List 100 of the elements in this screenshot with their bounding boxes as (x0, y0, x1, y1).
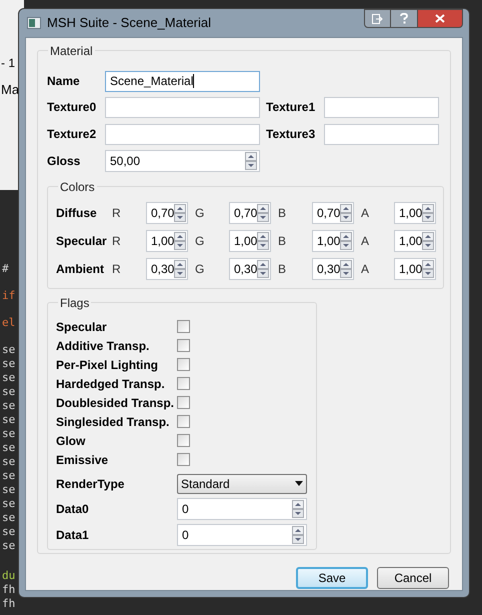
help-button[interactable] (391, 9, 418, 28)
channel-label: A (361, 205, 370, 222)
checkbox[interactable] (177, 377, 190, 390)
spin-field[interactable]: 0,30 (229, 258, 271, 280)
checkbox[interactable] (177, 434, 190, 447)
code-line: se (1, 525, 16, 539)
code-line: se (1, 399, 16, 413)
spin-arrows-icon[interactable] (257, 260, 270, 278)
code-line: se (1, 427, 16, 441)
flag-label: Glow (56, 432, 86, 450)
checkbox[interactable] (177, 339, 190, 352)
spin-field[interactable]: 0,30 (312, 258, 354, 280)
channel-label: A (361, 261, 370, 278)
code-line: fh (1, 583, 16, 597)
close-button[interactable] (418, 9, 463, 28)
dialog-button[interactable]: Cancel (377, 567, 449, 589)
spin-field[interactable]: 50,00 (105, 150, 260, 172)
caret-icon (295, 481, 303, 486)
spin-field[interactable]: 0 (177, 524, 307, 546)
code-line: # (1, 262, 10, 276)
name-field[interactable]: Scene_Material (105, 70, 260, 92)
spin-arrows-icon[interactable] (257, 204, 270, 222)
channel-label: G (195, 261, 206, 278)
checkbox[interactable] (177, 320, 190, 333)
spin-arrows-icon[interactable] (257, 232, 270, 250)
channel-label: B (278, 205, 288, 222)
code-line: se (1, 455, 16, 469)
code-line: if (1, 289, 16, 303)
flag-label: Hardedged Transp. (56, 376, 166, 392)
spin-arrows-icon[interactable] (245, 152, 257, 170)
spin-field[interactable]: 0,70 (312, 202, 354, 224)
spin-field[interactable]: 1,00 (394, 202, 436, 224)
texture-field[interactable] (105, 124, 260, 144)
spin-arrows-icon[interactable] (422, 232, 434, 250)
spin-arrows-icon[interactable] (174, 260, 186, 278)
flag-label: Doublesided Transp. (56, 394, 176, 412)
help-icon (400, 13, 408, 24)
code-line: se (1, 539, 16, 553)
flag-label: Emissive (56, 452, 110, 468)
texture-field[interactable] (324, 124, 439, 144)
code-line: fh (1, 597, 16, 611)
checkbox[interactable] (177, 358, 190, 371)
texture-field[interactable] (324, 96, 439, 118)
spin-field[interactable]: 1,00 (394, 258, 436, 280)
flag-label: Per-Pixel Lighting (56, 356, 160, 374)
code-line: se (1, 385, 16, 399)
tab-label: Ma (1, 81, 20, 99)
texture-field[interactable] (105, 96, 260, 118)
checkbox[interactable] (177, 415, 190, 428)
code-line: se (1, 441, 16, 455)
window-title: MSH Suite - Scene_Material (47, 14, 212, 32)
channel-label: R (112, 205, 122, 222)
spin-arrows-icon[interactable] (174, 204, 186, 222)
render-type-dropdown[interactable]: Standard (177, 474, 307, 494)
spin-arrows-icon[interactable] (422, 204, 434, 222)
flag-label: Additive Transp. (56, 338, 150, 354)
code-line: se (1, 483, 16, 497)
spin-arrows-icon[interactable] (340, 260, 352, 278)
checkbox[interactable] (177, 396, 190, 409)
spin-field[interactable]: 0,30 (146, 258, 188, 280)
color-label: Ambient (56, 261, 105, 278)
tab-text: - 1 (1, 55, 16, 72)
field-label: Texture2 (47, 126, 98, 143)
spin-arrows-icon[interactable] (292, 526, 304, 544)
field-label: Name (47, 73, 81, 90)
spin-arrows-icon[interactable] (340, 232, 352, 250)
spin-field[interactable]: 1,00 (394, 230, 436, 252)
channel-label: R (112, 233, 122, 250)
spin-field[interactable]: 0,70 (229, 202, 271, 224)
color-label: Specular (56, 233, 108, 250)
restore-button[interactable] (364, 9, 391, 28)
spin-arrows-icon[interactable] (340, 204, 352, 222)
spin-field[interactable]: 1,00 (229, 230, 271, 252)
dialog-button[interactable]: Save (296, 567, 368, 589)
field-label: Data0 (56, 501, 90, 518)
field-label: Data1 (56, 527, 90, 544)
checkbox[interactable] (177, 453, 190, 466)
spin-field[interactable]: 0,70 (146, 202, 188, 224)
spin-arrows-icon[interactable] (174, 232, 186, 250)
flag-label: Singlesided Transp. (56, 414, 170, 430)
code-line: se (1, 413, 16, 427)
channel-label: R (112, 261, 122, 278)
field-label: Gloss (47, 153, 82, 170)
restore-icon (372, 14, 383, 24)
code-line: se (1, 511, 16, 525)
spin-field[interactable]: 1,00 (146, 230, 188, 252)
channel-label: G (195, 205, 206, 222)
code-line: se (1, 497, 16, 511)
code-line: se (1, 343, 16, 357)
spin-arrows-icon[interactable] (292, 500, 304, 518)
code-line: el (1, 316, 16, 330)
field-label: RenderType (56, 476, 126, 492)
spin-arrows-icon[interactable] (422, 260, 434, 278)
channel-label: A (361, 233, 370, 250)
code-line: se (1, 371, 16, 385)
channel-label: B (278, 261, 288, 278)
spin-field[interactable]: 0 (177, 498, 307, 520)
spin-field[interactable]: 1,00 (312, 230, 354, 252)
flag-label: Specular (56, 318, 108, 336)
code-line: du (1, 569, 16, 583)
